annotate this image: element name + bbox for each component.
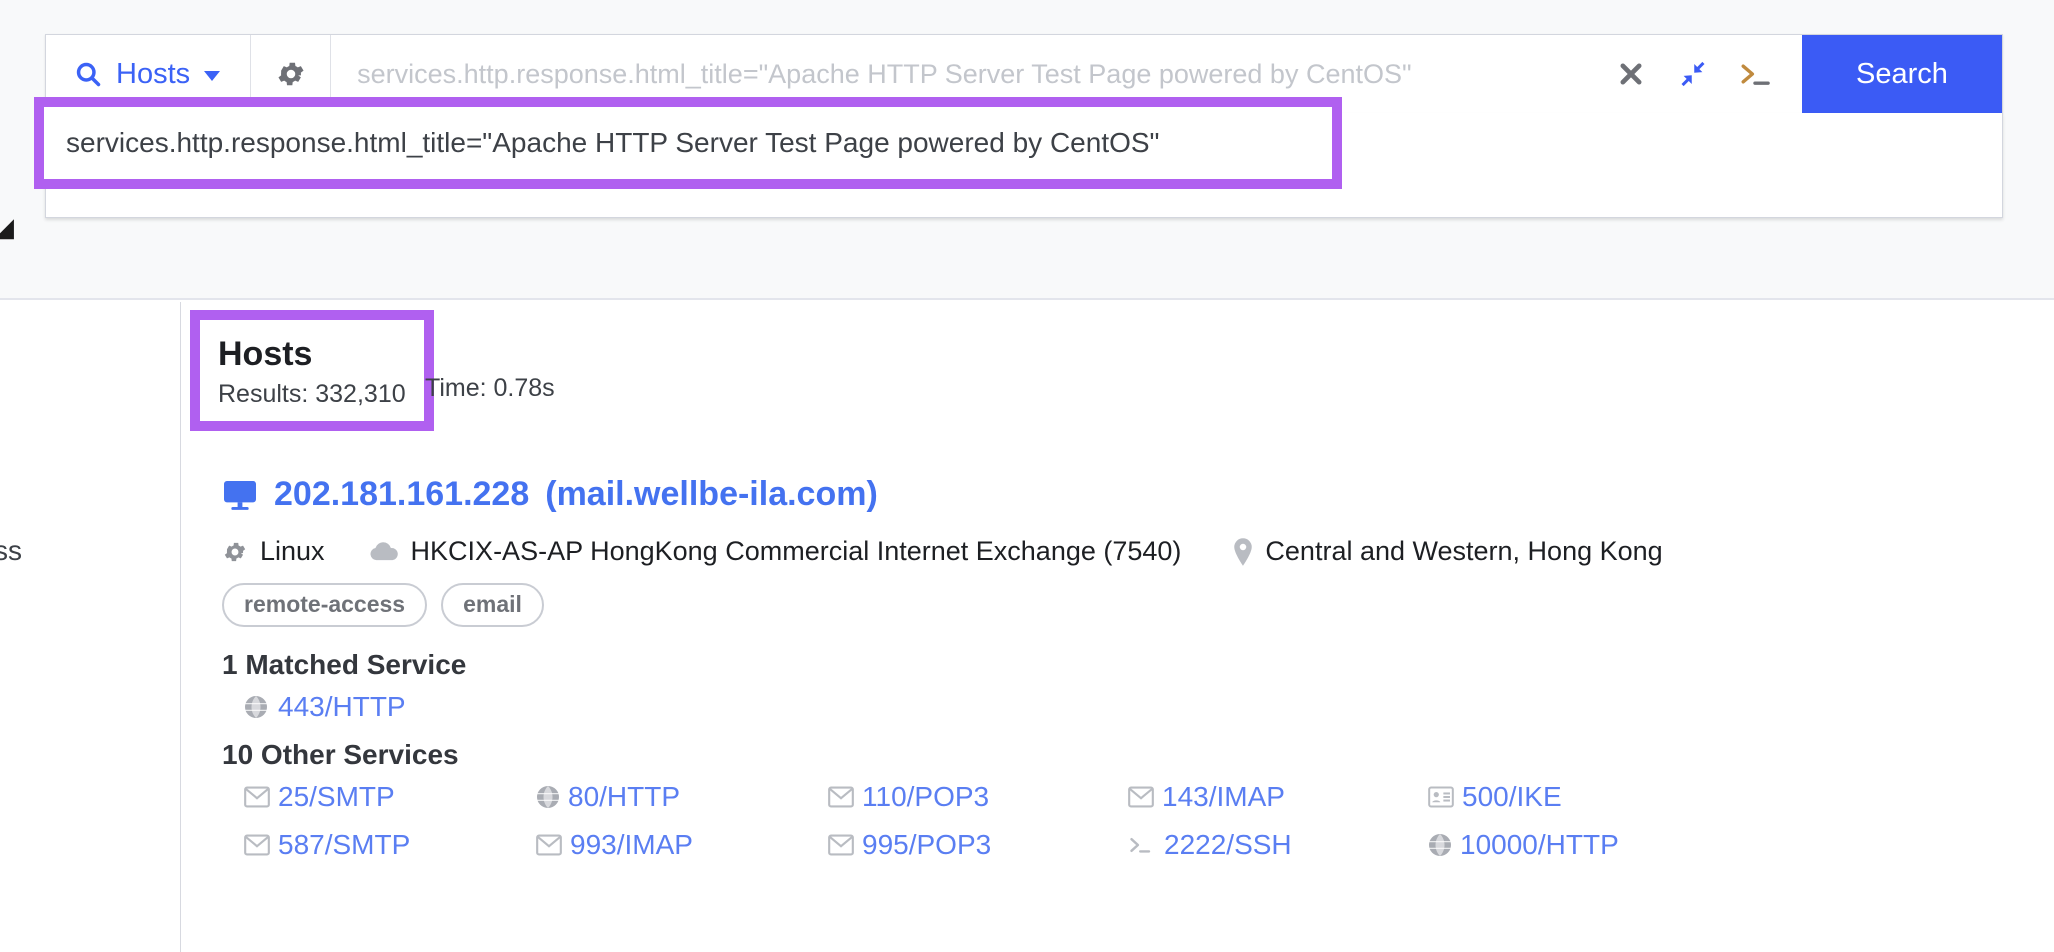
search-bar: Hosts services.http.response.html_title=… [45, 34, 2003, 114]
service-item: 587/SMTP [244, 829, 536, 861]
gear-icon [222, 539, 248, 565]
close-icon [1617, 60, 1645, 88]
other-services-heading: 10 Other Services [222, 739, 459, 770]
service-link[interactable]: 443/HTTP [278, 691, 406, 723]
collapse-arrows-icon [1678, 59, 1708, 89]
clear-query-button[interactable] [1600, 35, 1662, 113]
tag-email[interactable]: email [441, 583, 544, 627]
host-os-label: Linux [260, 536, 325, 566]
service-link[interactable]: 80/HTTP [568, 781, 680, 813]
service-item: 995/POP3 [828, 829, 1128, 861]
service-item: 143/IMAP [1128, 781, 1428, 813]
results-title: Hosts [218, 335, 313, 373]
service-link[interactable]: 143/IMAP [1162, 781, 1285, 813]
search-band: Hosts services.http.response.html_title=… [0, 0, 2054, 300]
edge-cursor-artifact: ◢ [0, 212, 14, 242]
sidebar-clipped-label: ss [0, 535, 22, 566]
service-link[interactable]: 993/IMAP [570, 829, 693, 861]
service-link[interactable]: 110/POP3 [862, 781, 989, 813]
desktop-icon [222, 479, 258, 511]
page-root: Hosts services.http.response.html_title=… [0, 0, 2054, 952]
search-icon [74, 60, 102, 88]
service-link[interactable]: 2222/SSH [1164, 829, 1292, 861]
results-column-divider [180, 302, 181, 952]
gear-icon [275, 58, 307, 90]
host-network: HKCIX-AS-AP HongKong Commercial Internet… [369, 536, 1182, 567]
service-item: 993/IMAP [536, 829, 828, 861]
search-suggestions-panel: services.http.response.html_title="Apach… [34, 97, 2003, 218]
service-item: 10000/HTTP [1428, 829, 1728, 861]
service-item: 80/HTTP [536, 781, 828, 813]
search-scope-selector[interactable]: Hosts [46, 35, 252, 113]
host-location: Central and Western, Hong Kong [1233, 536, 1663, 567]
service-link[interactable]: 995/POP3 [862, 829, 991, 861]
service-item: 25/SMTP [244, 781, 536, 813]
service-link[interactable]: 587/SMTP [278, 829, 410, 861]
envelope-icon [244, 834, 270, 856]
service-link[interactable]: 500/IKE [1462, 781, 1562, 813]
results-header: Hosts Results: 332,310 [190, 309, 2000, 432]
envelope-icon [244, 786, 270, 808]
host-location-label: Central and Western, Hong Kong [1265, 536, 1663, 566]
envelope-icon [828, 834, 854, 856]
results-summary-box: Hosts Results: 332,310 [190, 309, 434, 432]
search-settings-button[interactable] [251, 35, 332, 113]
envelope-icon [536, 834, 562, 856]
search-suggestion-item[interactable]: services.http.response.html_title="Apach… [34, 97, 1342, 189]
host-meta-row: Linux HKCIX-AS-AP HongKong Commercial In… [222, 536, 2002, 567]
tag-remote-access[interactable]: remote-access [222, 583, 428, 627]
matched-services-heading: 1 Matched Service [222, 649, 467, 680]
host-os: Linux [222, 536, 325, 567]
host-result-card: 202.181.161.228 (mail.wellbe-ila.com) Li… [222, 475, 2002, 861]
host-network-label: HKCIX-AS-AP HongKong Commercial Internet… [410, 536, 1182, 566]
other-services-grid: 25/SMTP 80/HTTP 110/POP3 143/IMAP 500/IK… [244, 781, 2002, 861]
envelope-icon [828, 786, 854, 808]
globe-icon [536, 785, 560, 809]
search-input-actions [1600, 35, 1802, 113]
results-time: Time: 0.78s [425, 374, 555, 402]
open-console-button[interactable] [1724, 35, 1786, 113]
map-pin-icon [1233, 537, 1253, 566]
service-item: 2222/SSH [1128, 829, 1428, 861]
id-card-icon [1428, 786, 1454, 808]
globe-icon [1428, 833, 1452, 857]
search-button[interactable]: Search [1802, 35, 2002, 113]
matched-service-item: 443/HTTP [244, 691, 2002, 723]
terminal-icon [1128, 834, 1156, 856]
host-tags: remote-access email [222, 583, 2002, 627]
chevron-down-icon [204, 70, 221, 81]
host-title-row: 202.181.161.228 (mail.wellbe-ila.com) [222, 475, 2002, 514]
cloud-icon [369, 540, 399, 564]
service-item: 500/IKE [1428, 781, 1728, 813]
collapse-input-button[interactable] [1662, 35, 1724, 113]
globe-icon [244, 695, 268, 719]
host-hostname-link[interactable]: (mail.wellbe-ila.com) [545, 475, 878, 514]
search-scope-label: Hosts [116, 57, 191, 90]
results-count: Results: 332,310 [218, 380, 406, 409]
host-ip-link[interactable]: 202.181.161.228 [274, 475, 529, 514]
service-link[interactable]: 25/SMTP [278, 781, 395, 813]
terminal-icon [1738, 59, 1772, 89]
service-item: 110/POP3 [828, 781, 1128, 813]
service-link[interactable]: 10000/HTTP [1460, 829, 1619, 861]
search-input[interactable] [331, 35, 1600, 113]
envelope-icon [1128, 786, 1154, 808]
